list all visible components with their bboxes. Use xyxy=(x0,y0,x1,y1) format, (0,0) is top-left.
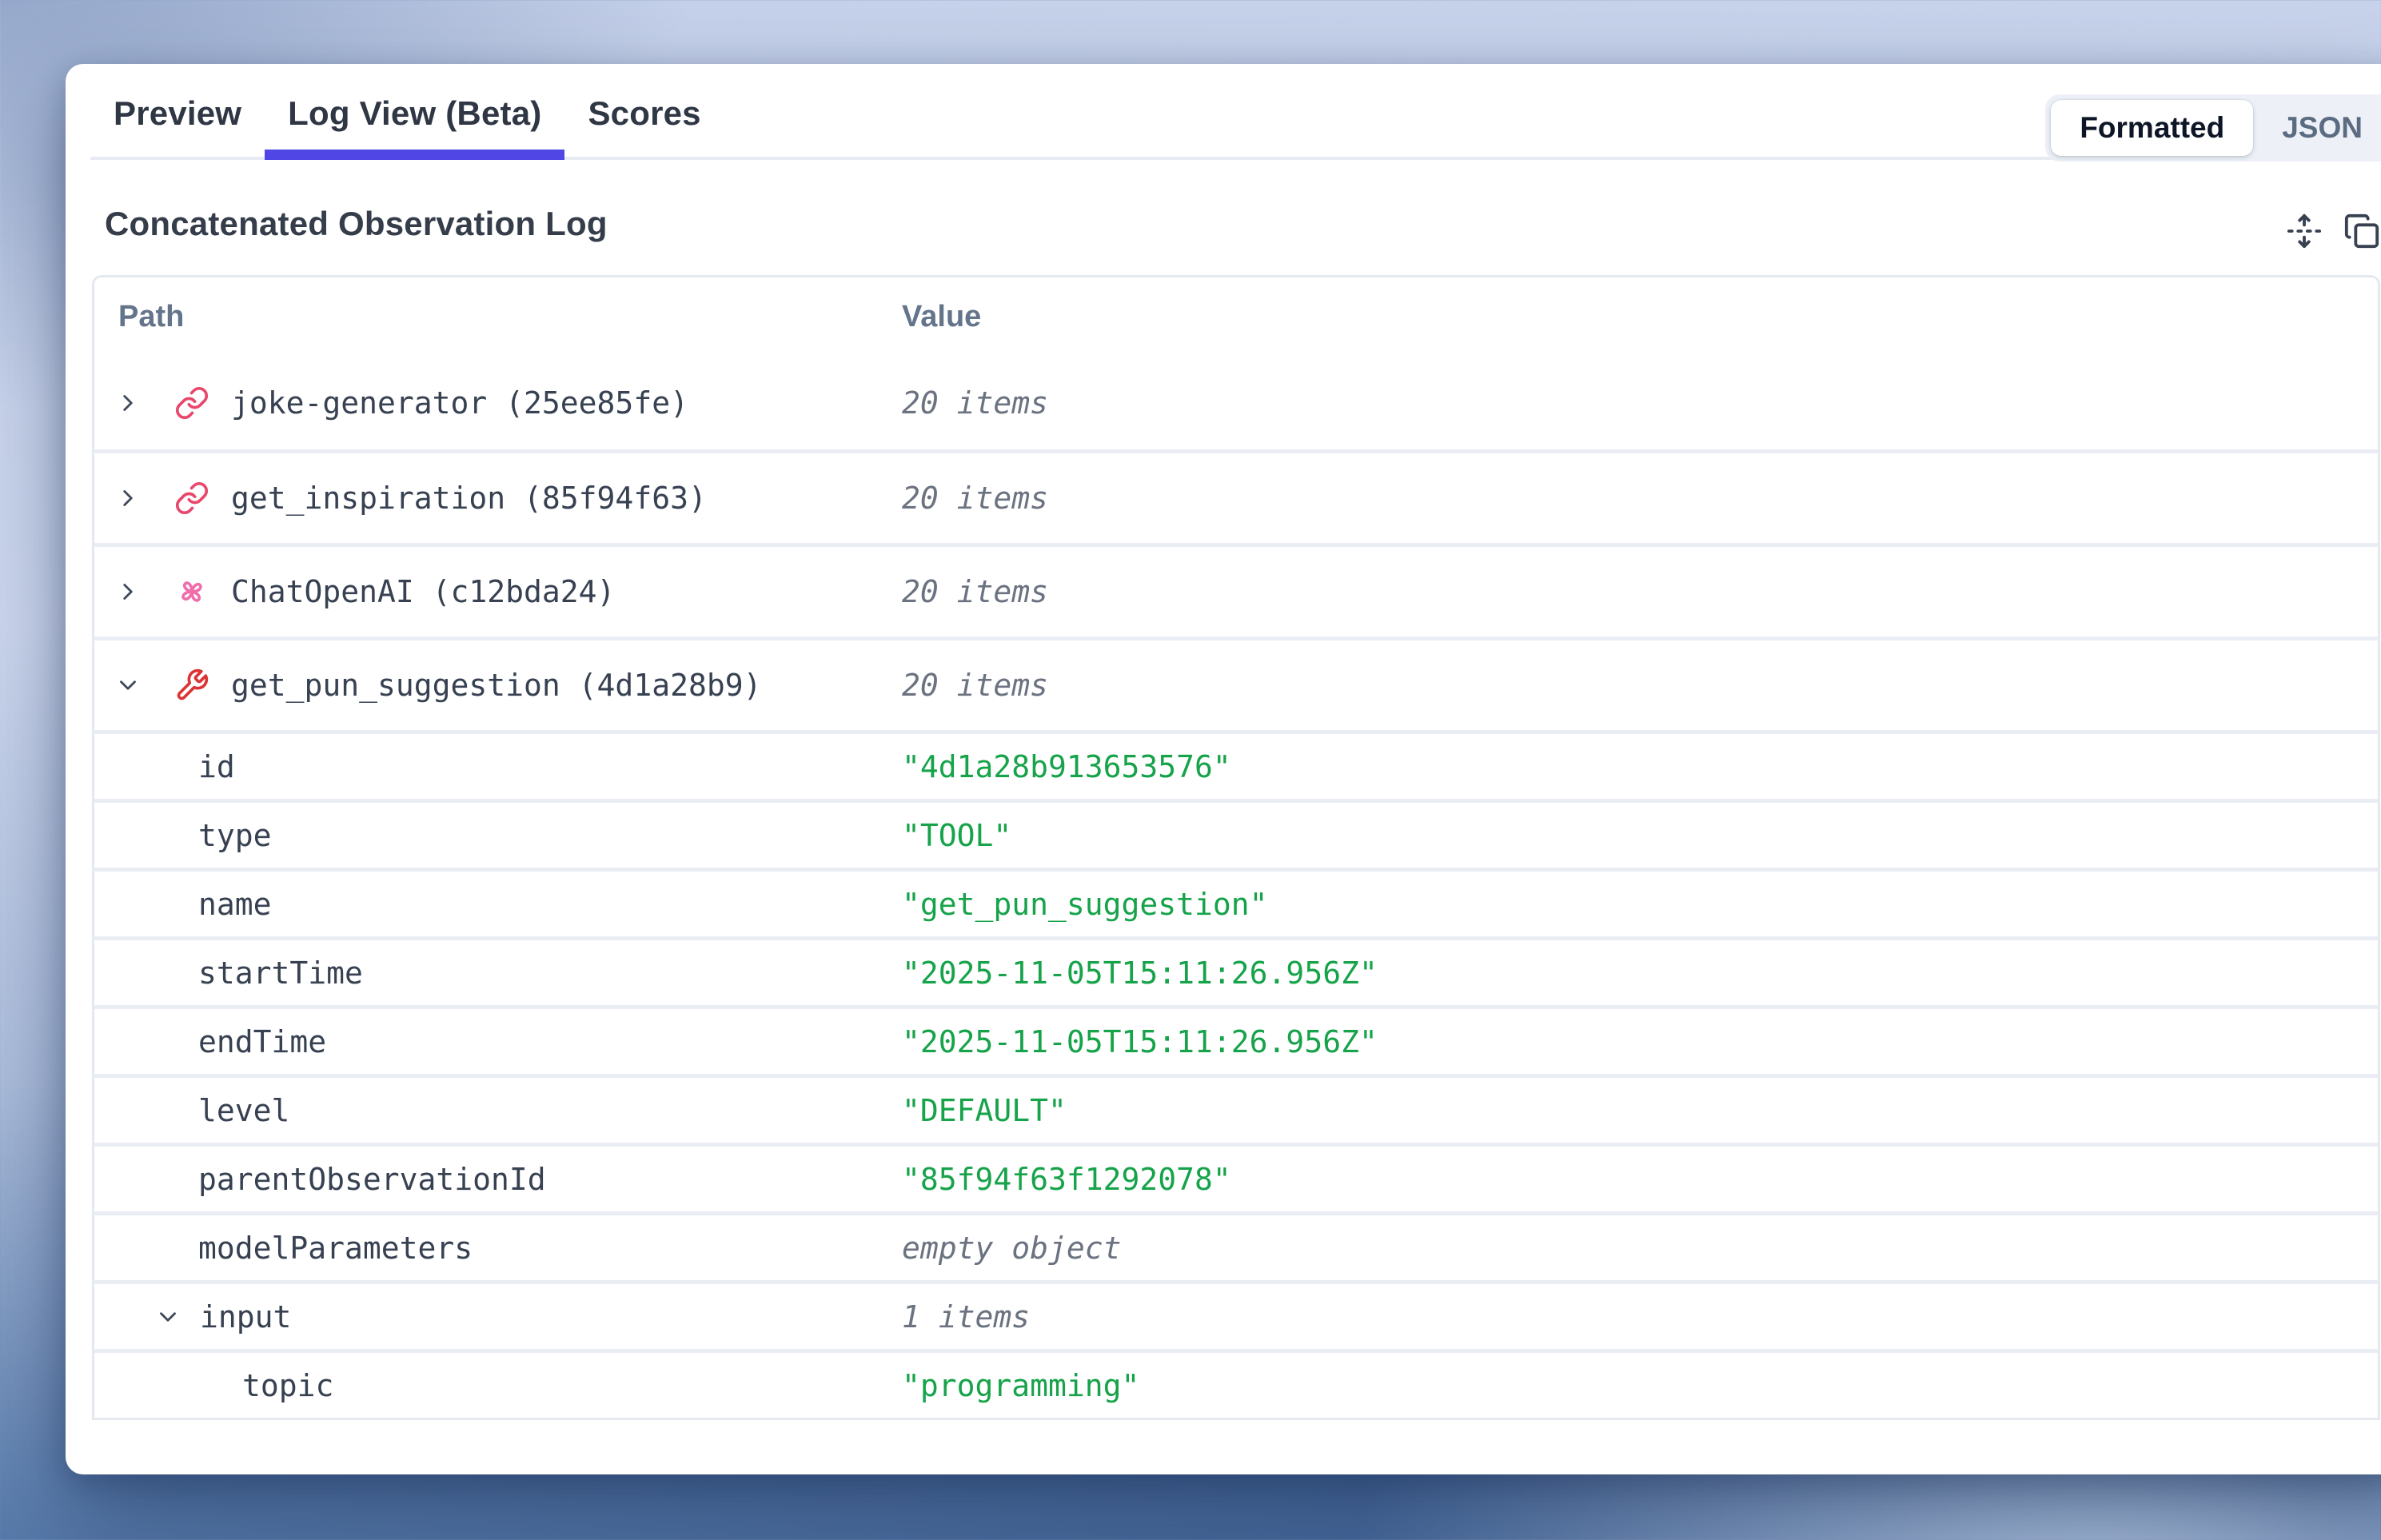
json-toggle-option[interactable]: JSON xyxy=(2253,100,2381,156)
path-label: ChatOpenAI (c12bda24) xyxy=(231,574,615,609)
observation-log-table: Path Value joke-generator (25ee85fe) 20 i… xyxy=(92,275,2380,1420)
path-label: parentObservationId xyxy=(198,1162,546,1197)
chevron-right-icon[interactable] xyxy=(114,485,142,512)
path-cell: name xyxy=(94,887,902,922)
value-text: "2025-11-05T15:11:26.956Z" xyxy=(902,956,2378,991)
path-label: endTime xyxy=(198,1024,326,1059)
log-row[interactable]: get_pun_suggestion (4d1a28b9) 20 items xyxy=(94,636,2378,730)
chevron-right-icon[interactable] xyxy=(114,578,142,605)
link-icon xyxy=(174,385,209,421)
path-label: get_inspiration (85f94f63) xyxy=(231,481,707,516)
chevron-down-icon[interactable] xyxy=(114,672,142,699)
value-text: 1 items xyxy=(902,1299,2378,1335)
log-row[interactable]: endTime "2025-11-05T15:11:26.956Z" xyxy=(94,1005,2378,1074)
path-label: modelParameters xyxy=(198,1231,473,1266)
link-icon xyxy=(174,481,209,516)
value-text: "get_pun_suggestion" xyxy=(902,887,2378,922)
path-cell: endTime xyxy=(94,1024,902,1059)
log-row[interactable]: id "4d1a28b913653576" xyxy=(94,730,2378,799)
chevron-down-icon[interactable] xyxy=(154,1303,181,1331)
tab-log-view[interactable]: Log View (Beta) xyxy=(265,70,564,157)
path-label: id xyxy=(198,749,235,784)
value-text: 20 items xyxy=(902,481,2378,516)
path-cell: startTime xyxy=(94,956,902,991)
path-column-header: Path xyxy=(94,300,902,334)
log-row[interactable]: parentObservationId "85f94f63f1292078" xyxy=(94,1143,2378,1211)
value-text: 20 items xyxy=(902,668,2378,703)
value-text: 20 items xyxy=(902,385,2378,421)
path-cell: type xyxy=(94,818,902,853)
path-cell: get_pun_suggestion (4d1a28b9) xyxy=(94,668,902,703)
log-row[interactable]: get_inspiration (85f94f63) 20 items xyxy=(94,449,2378,543)
path-cell: input xyxy=(94,1299,902,1335)
value-text: "2025-11-05T15:11:26.956Z" xyxy=(902,1024,2378,1059)
path-cell: parentObservationId xyxy=(94,1162,902,1197)
section-header: Concatenated Observation Log xyxy=(90,160,2381,275)
path-label: type xyxy=(198,818,272,853)
path-label: get_pun_suggestion (4d1a28b9) xyxy=(231,668,761,703)
value-text: "85f94f63f1292078" xyxy=(902,1162,2378,1197)
log-row[interactable]: input 1 items xyxy=(94,1280,2378,1349)
tabs-bar: Preview Log View (Beta) Scores xyxy=(90,64,2381,160)
pinwheel-icon xyxy=(174,574,209,609)
path-cell: ChatOpenAI (c12bda24) xyxy=(94,574,902,609)
path-label: startTime xyxy=(198,956,363,991)
log-row[interactable]: modelParameters empty object xyxy=(94,1211,2378,1280)
log-row[interactable]: type "TOOL" xyxy=(94,799,2378,868)
formatted-toggle-option[interactable]: Formatted xyxy=(2051,100,2253,156)
tab-scores[interactable]: Scores xyxy=(564,70,724,157)
log-row[interactable]: ChatOpenAI (c12bda24) 20 items xyxy=(94,543,2378,636)
path-cell: topic xyxy=(94,1368,902,1403)
path-cell: joke-generator (25ee85fe) xyxy=(94,385,902,421)
unfold-vertical-icon[interactable] xyxy=(2286,213,2323,249)
copy-icon[interactable] xyxy=(2343,213,2380,249)
value-text: "TOOL" xyxy=(902,818,2378,853)
section-title: Concatenated Observation Log xyxy=(105,205,608,243)
value-text: 20 items xyxy=(902,574,2378,609)
path-label: name xyxy=(198,887,272,922)
path-cell: modelParameters xyxy=(94,1231,902,1266)
path-cell: id xyxy=(94,749,902,784)
value-column-header: Value xyxy=(902,300,2378,334)
path-label: topic xyxy=(242,1368,333,1403)
path-label: input xyxy=(200,1299,291,1335)
path-label: joke-generator (25ee85fe) xyxy=(231,385,688,421)
trace-detail-panel: Preview Log View (Beta) Scores Formatted… xyxy=(66,64,2381,1474)
wrench-icon xyxy=(174,668,209,703)
log-row[interactable]: joke-generator (25ee85fe) 20 items xyxy=(94,356,2378,449)
log-row[interactable]: topic "programming" xyxy=(94,1349,2378,1418)
table-header-row: Path Value xyxy=(94,277,2378,356)
path-label: level xyxy=(198,1093,289,1128)
value-text: "programming" xyxy=(902,1368,2378,1403)
view-mode-toggle: Formatted JSON xyxy=(2045,94,2381,162)
log-row[interactable]: startTime "2025-11-05T15:11:26.956Z" xyxy=(94,936,2378,1005)
value-text: "4d1a28b913653576" xyxy=(902,749,2378,784)
value-text: "DEFAULT" xyxy=(902,1093,2378,1128)
chevron-right-icon[interactable] xyxy=(114,389,142,417)
path-cell: get_inspiration (85f94f63) xyxy=(94,481,902,516)
log-row[interactable]: name "get_pun_suggestion" xyxy=(94,868,2378,936)
log-row[interactable]: level "DEFAULT" xyxy=(94,1074,2378,1143)
value-text: empty object xyxy=(902,1231,2378,1266)
path-cell: level xyxy=(94,1093,902,1128)
tab-preview[interactable]: Preview xyxy=(90,70,265,157)
